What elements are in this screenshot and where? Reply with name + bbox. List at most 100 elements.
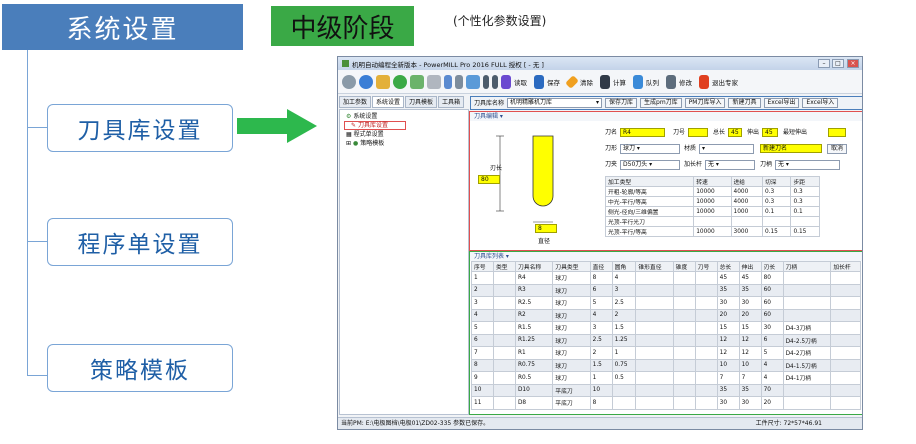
params-cell[interactable]: 中光-平行/等高 xyxy=(604,196,695,207)
table-row[interactable]: 10 D10 平底刀 10 35 35 70 xyxy=(471,383,861,397)
table-cell[interactable]: 1 xyxy=(589,371,613,385)
table-cell[interactable]: 平底刀 xyxy=(552,396,591,410)
params-row[interactable]: 光顶-平行/等高 10000 3000 0.15 0.15 xyxy=(604,226,820,237)
grid-header-cell[interactable]: 序号 xyxy=(471,261,494,272)
tab-system-settings[interactable]: 系统设置 xyxy=(372,96,405,108)
table-cell[interactable]: 9 xyxy=(471,371,494,385)
table-cell[interactable] xyxy=(492,346,516,360)
table-cell[interactable] xyxy=(830,396,861,410)
table-cell[interactable]: 球刀 xyxy=(552,308,591,322)
table-cell[interactable]: 35 xyxy=(738,283,762,297)
grid-header-cell[interactable]: 直径 xyxy=(589,261,613,272)
table-cell[interactable]: 20 xyxy=(760,396,784,410)
table-cell[interactable] xyxy=(830,346,861,360)
save-button[interactable]: 保存 xyxy=(547,77,560,87)
table-cell[interactable]: 35 xyxy=(716,283,740,297)
table-cell[interactable]: R0.75 xyxy=(514,358,554,372)
folder-icon[interactable] xyxy=(376,74,390,89)
table-cell[interactable] xyxy=(672,358,696,372)
table-row[interactable]: 5 R1.5 球刀 3 1.5 15 15 30 D4-3刀柄 xyxy=(471,321,861,335)
params-cell[interactable]: 0.3 xyxy=(761,186,792,197)
save-icon[interactable] xyxy=(534,74,544,89)
table-cell[interactable]: 球刀 xyxy=(552,283,591,297)
table-cell[interactable]: 3 xyxy=(611,283,637,297)
table-cell[interactable]: 12 xyxy=(716,333,740,347)
table-cell[interactable]: 5 xyxy=(589,296,613,310)
table-cell[interactable] xyxy=(672,383,696,397)
params-cell[interactable]: 0.3 xyxy=(761,196,792,207)
table-cell[interactable]: R2.5 xyxy=(514,296,554,310)
grid-header-cell[interactable]: 加长杆 xyxy=(830,261,861,272)
params-cell[interactable]: 0.1 xyxy=(761,206,792,217)
table-cell[interactable]: 45 xyxy=(716,271,740,285)
clear-button[interactable]: 清除 xyxy=(580,77,593,87)
table-cell[interactable] xyxy=(635,296,674,310)
grid-header-cell[interactable]: 伸出 xyxy=(738,261,762,272)
new-tool-name-input[interactable]: 新建刀名 xyxy=(760,144,822,153)
table-cell[interactable] xyxy=(492,296,516,310)
params-row[interactable]: 光顶-平行光刀 xyxy=(604,216,820,227)
table-cell[interactable] xyxy=(611,383,637,397)
maximize-icon[interactable]: □ xyxy=(832,59,844,68)
table-cell[interactable]: 30 xyxy=(760,321,784,335)
grid-header-cell[interactable]: 总长 xyxy=(716,261,740,272)
image-icon[interactable] xyxy=(410,74,424,89)
table-cell[interactable]: 11 xyxy=(471,396,494,410)
table-cell[interactable] xyxy=(635,371,674,385)
program-sheet-settings-item[interactable]: 程序单设置 xyxy=(47,218,233,266)
params-cell[interactable]: 0.15 xyxy=(761,226,792,237)
params-row[interactable]: 开粗-轮廓/等高 10000 4000 0.3 0.3 xyxy=(604,186,820,197)
table-cell[interactable] xyxy=(830,371,861,385)
table-cell[interactable]: 5 xyxy=(760,346,784,360)
table-cell[interactable] xyxy=(492,308,516,322)
table-cell[interactable]: 球刀 xyxy=(552,296,591,310)
table-cell[interactable] xyxy=(672,296,696,310)
table-cell[interactable]: 4 xyxy=(760,358,784,372)
table-cell[interactable] xyxy=(830,358,861,372)
table-cell[interactable]: 20 xyxy=(716,308,740,322)
tab-machining-params[interactable]: 加工参数 xyxy=(339,96,372,108)
table-cell[interactable]: 2.5 xyxy=(589,333,613,347)
table-cell[interactable]: 2 xyxy=(611,308,637,322)
table-cell[interactable]: 1 xyxy=(471,271,494,285)
params-cell[interactable]: 0.3 xyxy=(790,186,820,197)
table-cell[interactable]: 球刀 xyxy=(552,371,591,385)
tool-library-settings-item[interactable]: 刀具库设置 xyxy=(47,104,233,152)
table-cell[interactable] xyxy=(672,308,696,322)
params-row[interactable]: 侧光-径向/三维偏置 10000 1000 0.1 0.1 xyxy=(604,206,820,217)
table-cell[interactable] xyxy=(672,283,696,297)
table-cell[interactable]: 7 xyxy=(716,371,740,385)
calculate-icon[interactable] xyxy=(600,74,610,89)
length-input[interactable]: 80 xyxy=(478,175,500,184)
table-cell[interactable] xyxy=(635,271,674,285)
table-cell[interactable] xyxy=(694,321,718,335)
table-cell[interactable] xyxy=(782,283,832,297)
table-cell[interactable] xyxy=(635,346,674,360)
grid-header-cell[interactable]: 刀柄 xyxy=(782,261,832,272)
table-cell[interactable] xyxy=(830,321,861,335)
table-row[interactable]: 3 R2.5 球刀 5 2.5 30 30 60 xyxy=(471,296,861,310)
params-cell[interactable]: 侧光-径向/三维偏置 xyxy=(604,206,695,217)
table-cell[interactable] xyxy=(492,283,516,297)
tree-item-strategy[interactable]: ⊞ ● 策略模板 xyxy=(340,139,468,148)
table-cell[interactable]: 球刀 xyxy=(552,358,591,372)
table-cell[interactable] xyxy=(694,396,718,410)
table-cell[interactable]: R4 xyxy=(514,271,554,285)
table-cell[interactable] xyxy=(672,321,696,335)
grid-header-cell[interactable]: 刀号 xyxy=(694,261,718,272)
params-cell[interactable] xyxy=(693,216,732,227)
chuck-select[interactable]: D50刀头 ▾ xyxy=(620,160,680,170)
table-cell[interactable]: 20 xyxy=(738,308,762,322)
params-cell[interactable]: 4000 xyxy=(730,196,763,207)
tool-name-input[interactable]: R4 xyxy=(620,128,665,137)
table-cell[interactable] xyxy=(782,271,832,285)
table-cell[interactable] xyxy=(782,383,832,397)
table-cell[interactable] xyxy=(830,308,861,322)
table-cell[interactable]: 8 xyxy=(589,271,613,285)
table-cell[interactable]: 30 xyxy=(738,296,762,310)
table-cell[interactable]: 3 xyxy=(589,321,613,335)
excel-export-button[interactable]: Excel导出 xyxy=(763,98,800,108)
params-row[interactable]: 中光-平行/等高 10000 4000 0.3 0.3 xyxy=(604,196,820,207)
table-cell[interactable]: 35 xyxy=(716,383,740,397)
table-cell[interactable] xyxy=(694,271,718,285)
